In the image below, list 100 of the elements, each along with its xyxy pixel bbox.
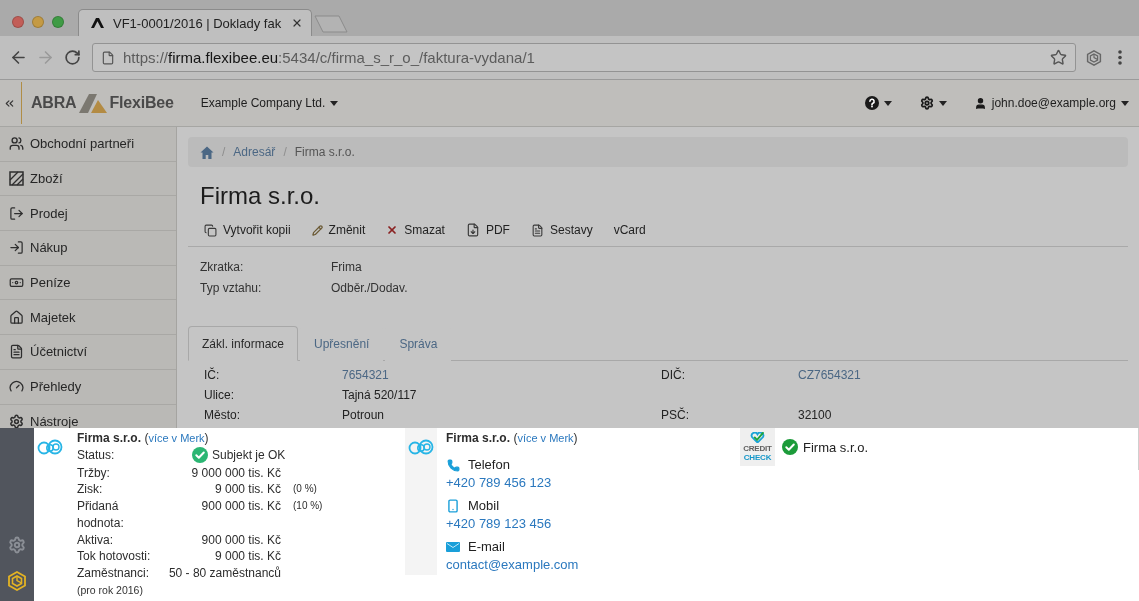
forward-arrow-icon	[36, 48, 55, 67]
mobile-phone-icon	[446, 499, 460, 513]
brand-text: FlexiBee	[109, 94, 174, 112]
field-label: PSČ:	[661, 406, 689, 424]
cross-icon	[386, 224, 399, 236]
contact-link[interactable]: +420 789 123 456	[446, 515, 552, 533]
field-label: IČ:	[204, 366, 220, 384]
tab[interactable]: Zákl. informace	[188, 326, 299, 361]
field-label: Typ vztahu:	[200, 280, 262, 297]
share-value: (10 %)	[292, 499, 323, 514]
vertical-dots-icon	[1118, 50, 1122, 65]
sidebar-item[interactable]: Nákup	[0, 231, 176, 266]
amount-value: 9 000 tis. Kč	[214, 548, 281, 566]
house-icon	[9, 309, 24, 325]
help-menu-button[interactable]	[864, 96, 892, 110]
action-button[interactable]: Vytvořit kopii	[204, 223, 291, 237]
contact-label: Telefon	[468, 456, 510, 474]
amount-value: 900 000 tis. Kč	[201, 531, 281, 549]
action-button[interactable]: vCard	[613, 223, 646, 237]
field-value: Potroun	[342, 407, 385, 424]
pencil-icon	[311, 224, 323, 236]
action-button[interactable]: Změnit	[311, 223, 366, 237]
contact-label: Mobil	[468, 497, 500, 515]
field-label: Ulice:	[204, 387, 234, 404]
phone-icon	[446, 458, 460, 472]
row-label: Tok hotovosti:	[77, 548, 151, 566]
caret-icon	[1121, 100, 1129, 106]
enter-arrow-icon	[9, 240, 24, 256]
row-label: Tržby:	[77, 464, 110, 482]
contact-link[interactable]: +420 789 456 123	[446, 474, 552, 492]
settings-menu-button[interactable]	[919, 96, 947, 110]
sidebar-item[interactable]: Obchodní partneři	[0, 127, 176, 162]
copy-icon	[204, 223, 217, 237]
card-heading: Firma s.r.o. (více v Merk)	[446, 430, 579, 446]
browser-tab[interactable]: VF1-0001/2016 | Doklady fak	[78, 9, 312, 36]
contact-label: E-mail	[468, 538, 505, 556]
amount-value: 900 000 tis. Kč	[201, 498, 281, 515]
sidebar-item[interactable]: Majetek	[0, 300, 176, 336]
status-text: Subjekt je OK	[212, 446, 286, 464]
sidebar-item[interactable]: Prodej	[0, 196, 176, 232]
caret-icon	[938, 100, 947, 106]
amount-value: 9 000 000 tis. Kč	[191, 464, 281, 482]
file-arrow-icon	[465, 223, 480, 237]
amount-value: 50 - 80 zaměstnanců	[168, 565, 281, 583]
logo-mark-icon	[91, 18, 105, 28]
rings-logo-icon	[37, 438, 63, 456]
field-value: Frima	[331, 259, 362, 276]
logo-text: CREDIT	[743, 445, 772, 454]
document-icon	[9, 344, 24, 360]
field-link[interactable]: CZ7654321	[798, 365, 861, 385]
rings-logo-icon	[408, 438, 434, 456]
close-window-button[interactable]	[12, 16, 24, 28]
logo-text: CHECK	[743, 453, 772, 462]
note-text: (pro rok 2016)	[77, 583, 144, 599]
document-icon	[530, 223, 544, 237]
help-icon	[864, 96, 879, 110]
page-icon	[101, 50, 115, 65]
home-icon[interactable]	[200, 145, 214, 159]
hatched-square-icon	[9, 171, 24, 187]
sidebar-item[interactable]: Přehledy	[0, 369, 176, 405]
breadcrumb-separator: /	[222, 145, 226, 159]
field-label: Město:	[204, 407, 240, 424]
merk-link[interactable]: více v Merk	[517, 432, 574, 444]
caret-icon	[330, 100, 339, 106]
hexagon-icon	[1086, 49, 1102, 66]
field-label: Zkratka:	[200, 259, 244, 276]
reload-icon	[64, 49, 81, 66]
breadcrumb-current: Firma s.r.o.	[294, 145, 355, 159]
contact-link[interactable]: contact@example.com	[446, 556, 579, 574]
settings-icon[interactable]	[8, 536, 26, 554]
company-dropdown[interactable]: Example Company Ltd.	[200, 96, 339, 110]
action-button[interactable]: Sestavy	[530, 223, 593, 237]
sidebar-item[interactable]: Účetnictví	[0, 335, 176, 370]
address-field[interactable]: https://firma.flexibee.eu:5434/c/firma_s_r_o_/faktura-vydana/1	[92, 43, 1076, 72]
card-heading: Firma s.r.o. (více v Merk)	[77, 430, 210, 446]
close-icon[interactable]	[291, 17, 303, 29]
user-menu-button[interactable]: john.doe@example.org	[973, 96, 1129, 110]
field-link[interactable]: 7654321	[342, 365, 389, 385]
merk-link[interactable]: více v Merk	[148, 432, 205, 444]
field-value: Odběr./Dodav.	[331, 280, 408, 297]
users-icon	[9, 136, 24, 152]
caret-icon	[883, 100, 892, 106]
field-value: 32100	[798, 407, 832, 424]
field-value: Tajná 520/117	[342, 387, 417, 404]
sidebar-item[interactable]: Peníze	[0, 265, 176, 301]
row-label: Zisk:	[77, 481, 103, 499]
bookmark-star-icon[interactable]	[1050, 49, 1067, 66]
action-button[interactable]: Smazat	[386, 223, 445, 237]
row-label: Přidaná hodnota:	[77, 498, 125, 532]
breadcrumb-separator: /	[283, 145, 287, 159]
sidebar-item[interactable]: Zboží	[0, 161, 176, 197]
check-circle-icon	[192, 447, 208, 464]
user-icon	[973, 96, 987, 110]
action-button[interactable]: PDF	[465, 223, 510, 237]
check-circle-icon	[782, 439, 798, 455]
amount-value: 9 000 tis. Kč	[214, 481, 281, 499]
brand-text: ABRA	[31, 94, 77, 112]
company-name: Firma s.r.o.	[803, 439, 868, 455]
page-title: Firma s.r.o.	[200, 181, 321, 211]
row-label: Aktiva:	[77, 531, 113, 549]
